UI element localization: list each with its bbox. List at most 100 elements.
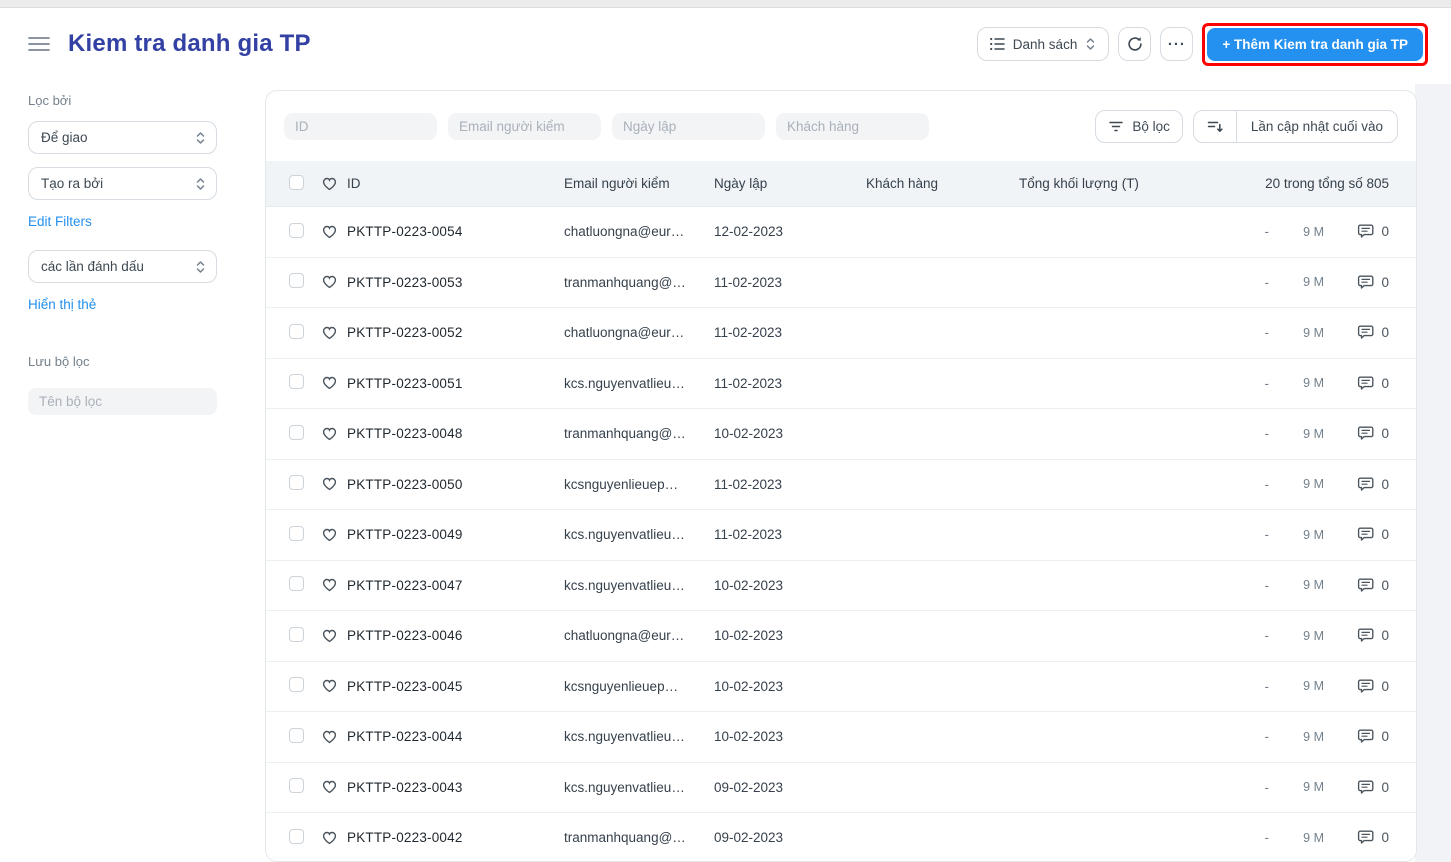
table-row[interactable]: PKTTP-0223-0052 chatluongna@eur… 11-02-2… xyxy=(266,308,1416,359)
favorite-heart-icon[interactable] xyxy=(321,375,347,391)
row-date: 12-02-2023 xyxy=(714,224,784,240)
comment-count: 0 xyxy=(1381,476,1389,492)
edit-filters-link[interactable]: Edit Filters xyxy=(28,214,92,229)
table-row[interactable]: PKTTP-0223-0046 chatluongna@eur… 10-02-2… xyxy=(266,611,1416,662)
row-comments[interactable]: 0 xyxy=(1324,678,1389,695)
row-comments[interactable]: 0 xyxy=(1324,223,1389,240)
table-row[interactable]: PKTTP-0223-0049 kcs.nguyenvatlieu… 11-02… xyxy=(266,510,1416,561)
show-tags-link[interactable]: Hiển thị thẻ xyxy=(28,297,96,312)
row-checkbox[interactable] xyxy=(289,727,304,743)
row-checkbox[interactable] xyxy=(289,525,304,541)
row-checkbox[interactable] xyxy=(289,828,304,844)
table-row[interactable]: PKTTP-0223-0047 kcs.nguyenvatlieu… 10-02… xyxy=(266,560,1416,611)
row-comments[interactable]: 0 xyxy=(1324,375,1389,392)
row-comments[interactable]: 0 xyxy=(1324,728,1389,745)
add-record-button[interactable]: + Thêm Kiem tra danh gia TP xyxy=(1207,27,1423,61)
row-checkbox[interactable] xyxy=(289,222,304,238)
row-date: 11-02-2023 xyxy=(714,375,783,391)
row-checkbox[interactable] xyxy=(289,273,304,289)
row-comments[interactable]: 0 xyxy=(1324,425,1389,442)
favorite-heart-icon[interactable] xyxy=(321,729,347,745)
assigned-to-select[interactable]: Để giao xyxy=(28,121,217,154)
favorite-heart-icon[interactable] xyxy=(321,830,347,846)
row-weight: - xyxy=(1264,527,1270,543)
row-checkbox[interactable] xyxy=(289,374,304,390)
table-row[interactable]: PKTTP-0223-0050 kcsnguyenlieuep… 11-02-2… xyxy=(266,459,1416,510)
row-weight: - xyxy=(1264,577,1270,593)
menu-button[interactable]: ··· xyxy=(1160,27,1194,61)
row-id-link[interactable]: PKTTP-0223-0049 xyxy=(347,527,564,542)
chevron-updown-icon xyxy=(1085,37,1096,51)
row-checkbox[interactable] xyxy=(289,323,304,339)
row-checkbox[interactable] xyxy=(289,475,304,491)
favorite-heart-icon[interactable] xyxy=(321,325,347,341)
row-email: chatluongna@eur… xyxy=(564,628,685,644)
row-email: tranmanhquang@… xyxy=(564,830,686,846)
hamburger-menu-icon[interactable] xyxy=(28,36,50,52)
row-checkbox[interactable] xyxy=(289,677,304,693)
table-row[interactable]: PKTTP-0223-0048 tranmanhquang@… 10-02-20… xyxy=(266,409,1416,460)
row-comments[interactable]: 0 xyxy=(1324,526,1389,543)
customer-filter-input[interactable] xyxy=(776,112,929,140)
select-all-checkbox[interactable] xyxy=(289,174,304,190)
table-row[interactable]: PKTTP-0223-0053 tranmanhquang@… 11-02-20… xyxy=(266,257,1416,308)
refresh-button[interactable] xyxy=(1118,27,1152,61)
row-weight: - xyxy=(1264,729,1270,745)
row-id-link[interactable]: PKTTP-0223-0046 xyxy=(347,628,564,643)
favorite-heart-icon[interactable] xyxy=(321,476,347,492)
row-comments[interactable]: 0 xyxy=(1324,779,1389,796)
favorite-heart-icon[interactable] xyxy=(321,426,347,442)
row-comments[interactable]: 0 xyxy=(1324,829,1389,846)
favorite-heart-icon[interactable] xyxy=(321,678,347,694)
row-id-link[interactable]: PKTTP-0223-0044 xyxy=(347,729,564,744)
page-count-label[interactable]: 20 trong tổng số 805 xyxy=(1265,176,1389,191)
sort-field-button[interactable]: Lần cập nhật cuối vào xyxy=(1237,111,1397,142)
row-comments[interactable]: 0 xyxy=(1324,577,1389,594)
table-row[interactable]: PKTTP-0223-0045 kcsnguyenlieuep… 10-02-2… xyxy=(266,661,1416,712)
favorite-heart-icon[interactable] xyxy=(321,527,347,543)
id-filter-input[interactable] xyxy=(284,112,437,140)
header-date: Ngày lập xyxy=(714,176,768,191)
favorite-heart-icon[interactable] xyxy=(321,274,347,290)
email-filter-input[interactable] xyxy=(448,112,601,140)
row-comments[interactable]: 0 xyxy=(1324,476,1389,493)
created-by-select[interactable]: Tạo ra bởi xyxy=(28,167,217,200)
comment-count: 0 xyxy=(1381,527,1389,543)
list-view-main: Bộ lọc Lần cập nhật cuối vào xyxy=(265,90,1417,862)
row-id-link[interactable]: PKTTP-0223-0050 xyxy=(347,477,564,492)
row-id-link[interactable]: PKTTP-0223-0045 xyxy=(347,679,564,694)
row-comments[interactable]: 0 xyxy=(1324,274,1389,291)
filter-button[interactable]: Bộ lọc xyxy=(1095,109,1183,143)
date-filter-input[interactable] xyxy=(612,112,765,140)
row-id-link[interactable]: PKTTP-0223-0042 xyxy=(347,830,564,845)
row-id-link[interactable]: PKTTP-0223-0051 xyxy=(347,376,564,391)
row-checkbox[interactable] xyxy=(289,576,304,592)
favorite-heart-icon[interactable] xyxy=(321,224,347,240)
sort-direction-button[interactable] xyxy=(1194,110,1237,142)
row-id-link[interactable]: PKTTP-0223-0047 xyxy=(347,578,564,593)
row-checkbox[interactable] xyxy=(289,424,304,440)
table-row[interactable]: PKTTP-0223-0051 kcs.nguyenvatlieu… 11-02… xyxy=(266,358,1416,409)
row-id-link[interactable]: PKTTP-0223-0048 xyxy=(347,426,564,441)
tags-select[interactable]: các lần đánh dấu xyxy=(28,250,217,283)
row-id-link[interactable]: PKTTP-0223-0053 xyxy=(347,275,564,290)
row-id-link[interactable]: PKTTP-0223-0054 xyxy=(347,224,564,239)
favorite-heart-icon[interactable] xyxy=(321,779,347,795)
table-row[interactable]: PKTTP-0223-0044 kcs.nguyenvatlieu… 10-02… xyxy=(266,712,1416,763)
row-id-link[interactable]: PKTTP-0223-0043 xyxy=(347,780,564,795)
table-row[interactable]: PKTTP-0223-0054 chatluongna@eur… 12-02-2… xyxy=(266,207,1416,258)
table-row[interactable]: PKTTP-0223-0042 tranmanhquang@… 09-02-20… xyxy=(266,813,1416,861)
row-id-link[interactable]: PKTTP-0223-0052 xyxy=(347,325,564,340)
row-comments[interactable]: 0 xyxy=(1324,324,1389,341)
view-switcher-button[interactable]: Danh sách xyxy=(976,27,1110,61)
row-modified: 9 M xyxy=(1303,275,1324,290)
favorite-heart-icon[interactable] xyxy=(321,628,347,644)
header-id: ID xyxy=(347,176,361,191)
row-comments[interactable]: 0 xyxy=(1324,627,1389,644)
row-checkbox[interactable] xyxy=(289,778,304,794)
row-checkbox[interactable] xyxy=(289,626,304,642)
favorite-heart-icon[interactable] xyxy=(321,176,347,192)
favorite-heart-icon[interactable] xyxy=(321,577,347,593)
filter-name-input[interactable] xyxy=(28,388,217,415)
table-row[interactable]: PKTTP-0223-0043 kcs.nguyenvatlieu… 09-02… xyxy=(266,762,1416,813)
